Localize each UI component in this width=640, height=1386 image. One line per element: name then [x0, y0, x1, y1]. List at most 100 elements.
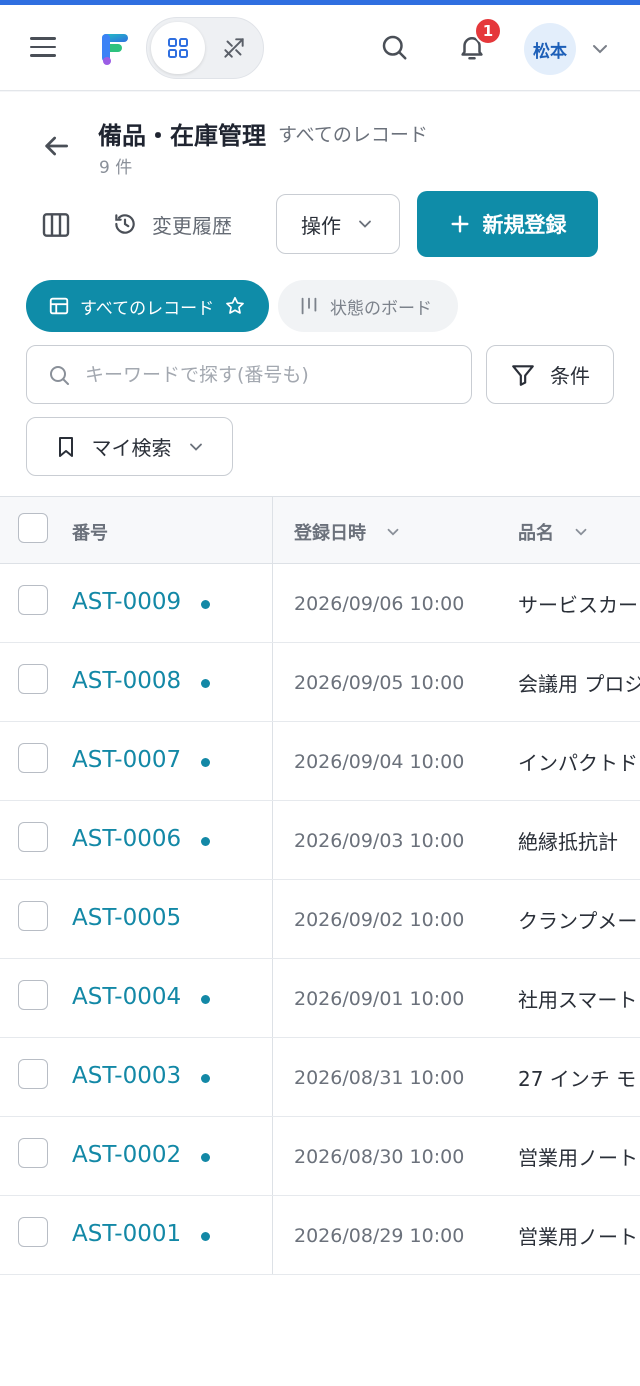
arrow-left-icon[interactable] [40, 130, 72, 162]
row-checkbox[interactable] [18, 585, 48, 615]
chevron-down-icon [359, 220, 371, 228]
row-checkbox[interactable] [18, 822, 48, 852]
record-id-link[interactable]: AST-0006 [72, 826, 181, 852]
bookmark-icon [58, 436, 73, 457]
chevron-down-icon [387, 528, 399, 536]
row-checkbox[interactable] [18, 743, 48, 773]
tab-all-records[interactable]: すべてのレコード [26, 280, 269, 332]
item-name: 会議用 プロジ [518, 672, 640, 696]
page-title: 備品・在庫管理 [98, 122, 266, 150]
search-icon[interactable] [374, 27, 414, 67]
registered-date: 2026/09/02 10:00 [294, 909, 465, 931]
row-checkbox[interactable] [18, 901, 48, 931]
grid-icon[interactable] [151, 22, 205, 74]
row-checkbox[interactable] [18, 1217, 48, 1247]
table-row[interactable]: AST-0004 2026/09/01 10:00 社用スマート [0, 959, 640, 1038]
my-search-button[interactable]: マイ検索 [26, 417, 233, 476]
table-row[interactable]: AST-0006 2026/09/03 10:00 絶縁抵抗計 [0, 801, 640, 880]
column-header-registered[interactable]: 登録日時 [294, 519, 402, 545]
table-row[interactable]: AST-0009 2026/09/06 10:00 サービスカー [0, 564, 640, 643]
status-dot [201, 600, 210, 609]
row-checkbox[interactable] [18, 1138, 48, 1168]
status-dot [201, 837, 210, 846]
table-row[interactable]: AST-0001 2026/08/29 10:00 営業用ノート [0, 1196, 640, 1275]
operations-button[interactable]: 操作 [276, 194, 400, 254]
my-search-label: マイ検索 [91, 436, 172, 460]
history-label: 変更履歴 [152, 213, 232, 238]
registered-date: 2026/08/29 10:00 [294, 1225, 465, 1247]
table-row[interactable]: AST-0003 2026/08/31 10:00 27 インチ モ [0, 1038, 640, 1117]
conditions-button[interactable]: 条件 [486, 345, 614, 404]
table-row[interactable]: AST-0007 2026/09/04 10:00 インパクトド [0, 722, 640, 801]
status-dot [201, 679, 210, 688]
record-id-link[interactable]: AST-0003 [72, 1063, 181, 1089]
record-id-link[interactable]: AST-0002 [72, 1142, 181, 1168]
chevron-down-icon [189, 443, 202, 451]
notification-badge: 1 [474, 17, 502, 45]
record-id-link[interactable]: AST-0001 [72, 1221, 181, 1247]
board-icon [301, 297, 317, 315]
main-content: 備品・在庫管理 すべてのレコード 9 件 変更履歴 操作 新規登録 すべてのレコ… [0, 92, 640, 1386]
filter-icon [512, 364, 534, 386]
status-dot [201, 1153, 210, 1162]
tab-status-board[interactable]: 状態のボード [278, 280, 458, 332]
registered-date: 2026/09/04 10:00 [294, 751, 465, 773]
column-header-number[interactable]: 番号 [72, 519, 108, 545]
current-view-name: すべてのレコード [278, 124, 428, 146]
registered-date: 2026/09/03 10:00 [294, 830, 465, 852]
menu-icon[interactable] [30, 31, 62, 63]
registered-date: 2026/09/05 10:00 [294, 672, 465, 694]
chevron-down-icon[interactable] [588, 37, 612, 61]
search-icon [50, 365, 69, 385]
table-row[interactable]: AST-0002 2026/08/30 10:00 営業用ノート [0, 1117, 640, 1196]
app-header: 1 松本 [0, 5, 640, 91]
item-name: 27 インチ モ [518, 1067, 637, 1091]
record-id-link[interactable]: AST-0007 [72, 747, 181, 773]
tab-all-records-label: すべてのレコード [80, 298, 215, 319]
record-id-link[interactable]: AST-0004 [72, 984, 181, 1010]
table-body: AST-0009 2026/09/06 10:00 サービスカー AST-0008 20… [0, 564, 640, 1275]
app-switcher [146, 17, 264, 79]
registered-date: 2026/09/01 10:00 [294, 988, 465, 1010]
record-count: 9 件 [99, 158, 133, 178]
select-all-checkbox[interactable] [18, 513, 48, 543]
avatar[interactable]: 松本 [524, 23, 576, 75]
item-name: 営業用ノート [518, 1146, 638, 1170]
record-id-link[interactable]: AST-0008 [72, 668, 181, 694]
record-id-link[interactable]: AST-0005 [72, 905, 181, 931]
registered-date: 2026/08/30 10:00 [294, 1146, 465, 1168]
search-field[interactable] [26, 345, 472, 404]
star-icon[interactable] [224, 295, 246, 317]
item-name: 社用スマート [518, 988, 638, 1012]
column-header-item-name[interactable]: 品名 [518, 519, 590, 545]
plus-icon [450, 215, 469, 233]
row-checkbox[interactable] [18, 1059, 48, 1089]
row-checkbox[interactable] [18, 980, 48, 1010]
new-record-label: 新規登録 [482, 213, 567, 237]
registered-date: 2026/08/31 10:00 [294, 1067, 465, 1089]
status-dot [201, 995, 210, 1004]
history-button[interactable]: 変更履歴 [112, 204, 232, 244]
app-logo[interactable] [96, 29, 136, 69]
item-name: インパクトド [518, 751, 638, 775]
record-id-link[interactable]: AST-0009 [72, 589, 181, 615]
table-row[interactable]: AST-0005 2026/09/02 10:00 クランプメー [0, 880, 640, 959]
row-checkbox[interactable] [18, 664, 48, 694]
search-input[interactable] [85, 363, 455, 386]
columns-icon[interactable] [40, 209, 72, 241]
table-row[interactable]: AST-0008 2026/09/05 10:00 会議用 プロジ [0, 643, 640, 722]
item-name: サービスカー [518, 593, 638, 617]
records-table: 番号 登録日時 品名 AST-0009 2026/09/06 10:00 サービスカ… [0, 496, 640, 1275]
history-icon [115, 214, 135, 234]
registered-date: 2026/09/06 10:00 [294, 593, 465, 615]
new-record-button[interactable]: 新規登録 [417, 191, 598, 257]
tab-status-board-label: 状態のボード [330, 298, 432, 319]
item-name: クランプメー [518, 909, 638, 933]
operations-label: 操作 [301, 213, 341, 238]
table-icon [49, 297, 69, 315]
status-dot [201, 1074, 210, 1083]
conditions-label: 条件 [550, 364, 590, 388]
tools-icon[interactable] [207, 22, 261, 74]
table-header: 番号 登録日時 品名 [0, 496, 640, 564]
status-dot [201, 1232, 210, 1241]
